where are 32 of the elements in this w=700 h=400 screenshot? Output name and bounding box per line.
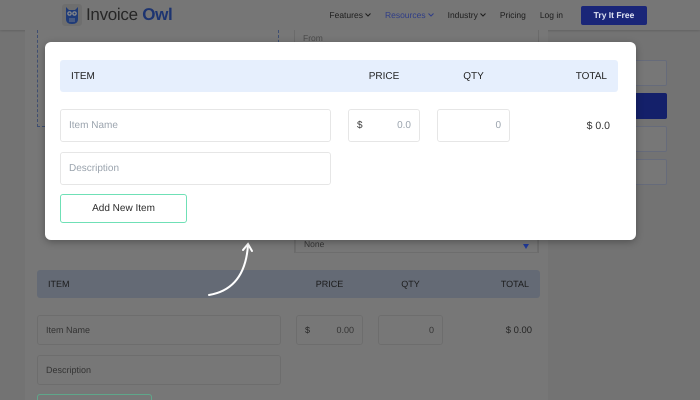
nav-link[interactable]: Pricing [500,10,526,20]
column-header: QTY [462,70,485,82]
quantity-input[interactable]: 0 [446,120,501,131]
owl-icon [62,4,82,26]
logo-text: Invoice Owl [86,5,172,25]
column-header: PRICE [314,279,344,289]
column-header: ITEM [47,279,70,289]
line-total: $ 0.00 [504,324,533,336]
nav-link[interactable]: Log in [540,10,563,20]
price-field[interactable]: $ 0.0 [348,109,420,142]
price-input[interactable]: 0.0 [366,120,411,131]
column-header: PRICE [368,70,400,82]
nav-link[interactable]: Resources [384,10,434,20]
column-header: TOTAL [500,279,530,289]
try-free-button[interactable]: Try It Free [581,6,647,24]
quantity-input[interactable]: 0 [387,325,434,335]
quantity-field[interactable]: 0 [378,315,443,345]
description-field[interactable]: Description [37,355,281,385]
item-name-field[interactable]: Item Name [37,315,281,345]
column-header: QTY [400,279,421,289]
column-header: TOTAL [574,70,608,82]
price-input[interactable]: 0.00 [314,325,354,335]
currency-symbol: $ [357,120,363,131]
currency-symbol: $ [305,325,310,335]
curved-arrow [208,242,253,296]
nav-link[interactable]: Features [329,10,371,20]
line-total: $ 0.0 [586,120,611,132]
price-field[interactable]: $ 0.00 [296,315,363,345]
column-header: ITEM [70,70,96,82]
add-item-button[interactable]: Add New Item [60,194,187,223]
caret-icon [523,244,529,249]
nav-link[interactable]: Industry [448,10,486,20]
